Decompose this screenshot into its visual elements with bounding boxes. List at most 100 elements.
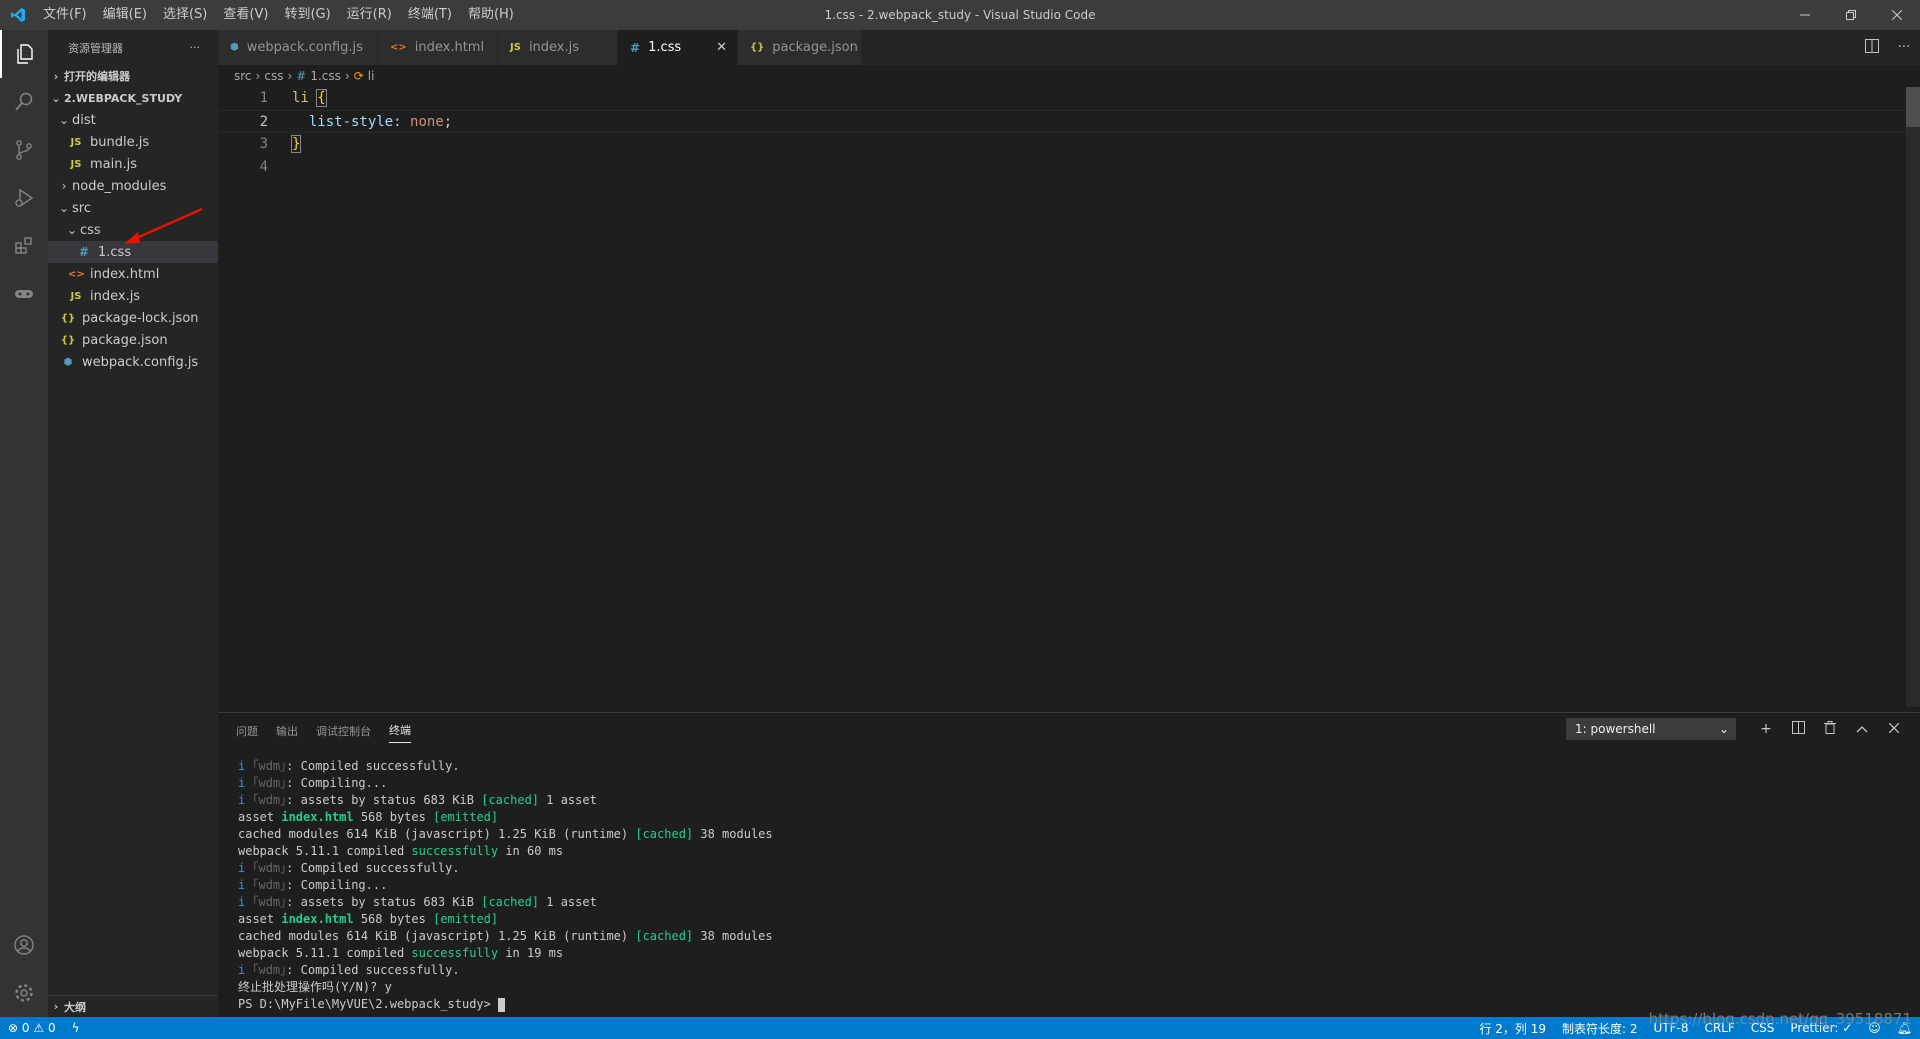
run-debug-icon[interactable]: [0, 174, 48, 222]
wdm-tag: ｢wdm｣: [252, 963, 287, 977]
annotation-arrow-icon: [124, 207, 203, 244]
tree-item-index-js[interactable]: JS index.js: [48, 285, 218, 307]
terminal-line: i ｢wdm｣: Compiling...: [238, 775, 1920, 792]
cursor-position[interactable]: 行 2，列 19: [1471, 1020, 1554, 1037]
menu-terminal[interactable]: 终端(T): [400, 0, 460, 30]
tab-label: webpack.config.js: [246, 40, 363, 55]
info-prefix: i: [238, 793, 246, 807]
tab-label: index.js: [528, 40, 580, 55]
message: 38 modules: [693, 929, 773, 943]
project-section[interactable]: ⌄ 2.WEBPACK_STUDY: [48, 87, 218, 109]
terminal-line: i ｢wdm｣: Compiled successfully.: [238, 860, 1920, 877]
problems-status[interactable]: ⊗ 0 ⚠ 0: [0, 1021, 64, 1035]
split-editor-icon[interactable]: [1856, 38, 1888, 57]
source-control-icon[interactable]: [0, 126, 48, 174]
code-line: 3 }: [218, 133, 1920, 156]
account-icon[interactable]: [0, 921, 48, 969]
wdm-tag: ｢wdm｣: [252, 793, 287, 807]
panel-actions: 1: powershell ⌄ +: [1566, 718, 1910, 740]
outline-section[interactable]: › 大纲: [48, 995, 218, 1017]
trash-icon[interactable]: [1814, 720, 1846, 738]
chevron-right-icon: ›: [287, 69, 293, 83]
minimize-button[interactable]: [1782, 0, 1828, 30]
terminal-select-value: 1: powershell: [1575, 722, 1656, 736]
breadcrumb-item[interactable]: src: [234, 69, 252, 83]
menu-edit[interactable]: 编辑(E): [95, 0, 155, 30]
explorer-icon[interactable]: [0, 30, 48, 78]
split-terminal-icon[interactable]: [1782, 720, 1814, 738]
message: Compiled successfully.: [293, 963, 460, 977]
more-actions-icon[interactable]: ···: [190, 41, 201, 54]
terminal-select[interactable]: 1: powershell ⌄: [1566, 718, 1736, 740]
terminal-output[interactable]: i ｢wdm｣: Compiled successfully. i ｢wdm｣:…: [218, 748, 1920, 1013]
remote-icon[interactable]: [0, 270, 48, 318]
chevron-right-icon: ›: [61, 179, 67, 193]
line-content: [268, 156, 292, 179]
tree-item-index-html[interactable]: <> index.html: [48, 263, 218, 285]
menu-run[interactable]: 运行(R): [339, 0, 400, 30]
maximize-panel-icon[interactable]: [1846, 721, 1878, 737]
breadcrumb-item[interactable]: li: [368, 69, 375, 83]
close-window-button[interactable]: [1874, 0, 1920, 30]
restore-button[interactable]: [1828, 0, 1874, 30]
menu-view[interactable]: 查看(V): [215, 0, 276, 30]
cached-tag: [cached]: [635, 827, 694, 841]
message: Compiled successfully.: [293, 759, 460, 773]
message: 38 modules: [693, 827, 773, 841]
tab-1-css[interactable]: # 1.css ✕: [618, 30, 738, 65]
message: webpack 5.11.1 compiled: [238, 946, 412, 960]
css-property: list-style: [308, 114, 394, 130]
editor-tabs: ⬢ webpack.config.js <> index.html JS ind…: [218, 30, 1920, 65]
activity-bar: [0, 30, 48, 1017]
tab-package-json[interactable]: {} package.json: [738, 30, 862, 65]
code-line: 4: [218, 156, 1920, 179]
menu-selection[interactable]: 选择(S): [155, 0, 215, 30]
tree-label: webpack.config.js: [82, 354, 199, 370]
wdm-tag: ｢wdm｣: [252, 878, 287, 892]
tab-output[interactable]: 输出: [276, 719, 298, 743]
message: cached modules 614 KiB (javascript) 1.25…: [238, 827, 636, 841]
tab-size[interactable]: 制表符长度: 2: [1554, 1020, 1646, 1037]
menu-file[interactable]: 文件(F): [35, 0, 95, 30]
panel-tabs: 问题 输出 调试控制台 终端 1: powershell ⌄ +: [218, 713, 1920, 748]
tree-item-package-json[interactable]: {} package.json: [48, 329, 218, 351]
tab-index-js[interactable]: JS index.js: [498, 30, 618, 65]
json-icon: {}: [750, 42, 765, 53]
close-icon[interactable]: ✕: [696, 40, 727, 55]
tab-terminal[interactable]: 终端: [389, 718, 411, 743]
tree-item-webpack-config[interactable]: ⬢ webpack.config.js: [48, 351, 218, 373]
tree-item-package-lock-json[interactable]: {} package-lock.json: [48, 307, 218, 329]
terminal-line: asset index.html 568 bytes [emitted]: [238, 911, 1920, 928]
tab-debug-console[interactable]: 调试控制台: [316, 719, 371, 743]
line-number: 2: [259, 114, 268, 130]
open-editors-section[interactable]: › 打开的编辑器: [48, 65, 218, 87]
code-editor[interactable]: 1 li { 2 list-style: none; 3 } 4: [218, 87, 1920, 179]
menu-go[interactable]: 转到(G): [276, 0, 338, 30]
menu-help[interactable]: 帮助(H): [460, 0, 522, 30]
tab-problems[interactable]: 问题: [236, 719, 258, 743]
tree-item-main-js[interactable]: JS main.js: [48, 153, 218, 175]
breadcrumb: src › css › # 1.css › ⟳ li: [218, 65, 1920, 87]
scrollbar-thumb[interactable]: [1906, 87, 1920, 127]
tab-label: index.html: [414, 40, 485, 55]
tab-webpack-config[interactable]: ⬢ webpack.config.js: [218, 30, 378, 65]
message: 568 bytes: [353, 810, 434, 824]
more-actions-icon[interactable]: ···: [1888, 40, 1920, 55]
new-terminal-icon[interactable]: +: [1750, 721, 1782, 737]
close-panel-icon[interactable]: [1878, 721, 1910, 737]
tree-item-dist[interactable]: ⌄ dist: [48, 109, 218, 131]
message: Compiling...: [293, 878, 388, 892]
terminal-line: webpack 5.11.1 compiled successfully in …: [238, 945, 1920, 962]
breadcrumb-item[interactable]: css: [264, 69, 283, 83]
close-brace: }: [290, 135, 302, 153]
search-icon[interactable]: [0, 78, 48, 126]
tree-item-bundle-js[interactable]: JS bundle.js: [48, 131, 218, 153]
extensions-icon[interactable]: [0, 222, 48, 270]
lightning-icon[interactable]: ϟ: [64, 1021, 88, 1035]
explorer-header: 资源管理器 ···: [48, 30, 218, 65]
tree-item-node-modules[interactable]: › node_modules: [48, 175, 218, 197]
breadcrumb-item[interactable]: 1.css: [310, 69, 341, 83]
gear-icon[interactable]: [0, 969, 48, 1017]
tab-index-html[interactable]: <> index.html: [378, 30, 498, 65]
editor-scrollbar[interactable]: [1906, 87, 1920, 707]
